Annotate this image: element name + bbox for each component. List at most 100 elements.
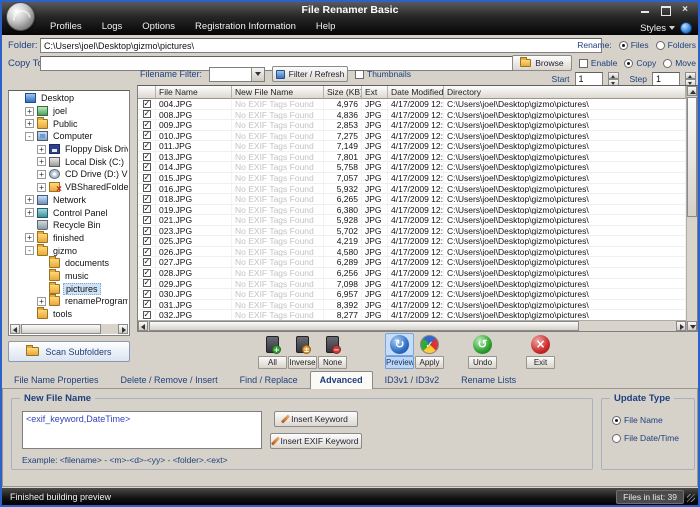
thumbnails-checkbox[interactable]: Thumbnails bbox=[355, 69, 411, 79]
tree-item-control-panel[interactable]: +Control Panel bbox=[10, 206, 128, 219]
action-all-button[interactable]: +All bbox=[258, 333, 287, 369]
tab-rename-lists[interactable]: Rename Lists bbox=[451, 371, 526, 389]
row-checkbox[interactable] bbox=[143, 279, 151, 287]
tree-expander-icon[interactable]: + bbox=[25, 119, 34, 128]
scroll-right-icon[interactable] bbox=[118, 324, 128, 334]
row-checkbox[interactable] bbox=[143, 300, 151, 308]
scrollbar-thumb[interactable] bbox=[687, 97, 697, 217]
tree-item-tools[interactable]: tools bbox=[10, 308, 128, 321]
close-icon[interactable]: × bbox=[680, 5, 690, 14]
menu-item-logs[interactable]: Logs bbox=[92, 18, 133, 35]
tree-horizontal-scrollbar[interactable] bbox=[10, 324, 128, 334]
row-checkbox[interactable] bbox=[143, 142, 151, 150]
action-apply-button[interactable]: ✓Apply bbox=[415, 333, 444, 369]
enable-checkbox[interactable]: Enable bbox=[579, 58, 617, 68]
tree-item-vbsharedfolder-vboxsvr-z[interactable]: +VBSharedFolder (\\vboxsvr) (Z:) bbox=[10, 181, 128, 194]
row-checkbox[interactable] bbox=[143, 131, 151, 139]
tree-expander-icon[interactable]: + bbox=[37, 297, 46, 306]
row-checkbox[interactable] bbox=[143, 237, 151, 245]
row-checkbox[interactable] bbox=[143, 248, 151, 256]
tree-item-music[interactable]: music bbox=[10, 270, 128, 283]
tree-item-gizmo[interactable]: -gizmo bbox=[10, 244, 128, 257]
tree-item-finished[interactable]: +finished bbox=[10, 232, 128, 245]
styles-menu-button[interactable]: Styles bbox=[640, 23, 675, 34]
scroll-down-icon[interactable] bbox=[687, 321, 697, 331]
scroll-right-icon[interactable] bbox=[676, 321, 686, 331]
update-type-file-name-radio[interactable]: File Name bbox=[612, 415, 663, 425]
menu-item-registration-information[interactable]: Registration Information bbox=[185, 18, 306, 35]
rename-folders-radio[interactable]: Folders bbox=[656, 40, 696, 50]
tab-find-replace[interactable]: Find / Replace bbox=[230, 371, 308, 389]
column-header-file-name[interactable]: File Name bbox=[156, 86, 232, 99]
scan-subfolders-button[interactable]: Scan Subfolders bbox=[8, 341, 130, 362]
tree-expander-icon[interactable]: + bbox=[25, 195, 34, 204]
resize-grip[interactable] bbox=[687, 494, 695, 502]
scroll-up-icon[interactable] bbox=[687, 86, 697, 96]
tree-expander-icon[interactable]: + bbox=[25, 233, 34, 242]
tree-item-recycle-bin[interactable]: Recycle Bin bbox=[10, 219, 128, 232]
scroll-left-icon[interactable] bbox=[10, 324, 20, 334]
table-vertical-scrollbar[interactable] bbox=[686, 86, 697, 331]
tree-item-floppy-disk-drive-a[interactable]: +Floppy Disk Drive (A:) bbox=[10, 143, 128, 156]
insert-keyword-button[interactable]: Insert Keyword bbox=[274, 411, 358, 427]
update-type-file-datetime-radio[interactable]: File Date/Time bbox=[612, 433, 679, 443]
row-checkbox[interactable] bbox=[143, 163, 151, 171]
row-checkbox[interactable] bbox=[143, 174, 151, 182]
tab-delete-remove-insert[interactable]: Delete / Remove / Insert bbox=[111, 371, 228, 389]
table-horizontal-scrollbar[interactable] bbox=[138, 320, 686, 331]
column-header-directory[interactable]: Directory bbox=[444, 86, 686, 99]
filter-refresh-button[interactable]: Filter / Refresh bbox=[272, 66, 348, 82]
filename-filter-combo[interactable] bbox=[209, 67, 265, 82]
tree-item-local-disk-c[interactable]: +Local Disk (C:) bbox=[10, 155, 128, 168]
row-checkbox[interactable] bbox=[143, 216, 151, 224]
spin-up-icon[interactable] bbox=[608, 72, 619, 80]
scrollbar-thumb[interactable] bbox=[21, 324, 101, 334]
maximize-icon[interactable] bbox=[660, 5, 670, 14]
minimize-icon[interactable] bbox=[640, 5, 650, 14]
column-header-size-kb[interactable]: Size (KB) bbox=[324, 86, 362, 99]
row-checkbox[interactable] bbox=[143, 184, 151, 192]
action-inverse-button[interactable]: ±Inverse bbox=[288, 333, 317, 369]
column-header-date-modified[interactable]: Date Modified bbox=[388, 86, 444, 99]
scrollbar-thumb[interactable] bbox=[149, 321, 579, 331]
row-checkbox[interactable] bbox=[143, 227, 151, 235]
column-header-checkbox[interactable] bbox=[138, 86, 156, 99]
tree-expander-icon[interactable]: + bbox=[37, 157, 46, 166]
row-checkbox[interactable] bbox=[143, 258, 151, 266]
tree-expander-icon[interactable]: - bbox=[25, 246, 34, 255]
row-checkbox[interactable] bbox=[143, 153, 151, 161]
tree-item-documents[interactable]: documents bbox=[10, 257, 128, 270]
help-icon[interactable] bbox=[680, 22, 692, 34]
row-checkbox[interactable] bbox=[143, 100, 151, 108]
combo-dropdown-button[interactable] bbox=[251, 68, 264, 81]
action-undo-button[interactable]: ↺Undo bbox=[468, 333, 497, 369]
browse-button[interactable]: Browse bbox=[512, 55, 572, 71]
column-header-ext[interactable]: Ext bbox=[362, 86, 388, 99]
tab-id3v1-id3v2[interactable]: ID3v1 / ID3v2 bbox=[375, 371, 450, 389]
row-checkbox[interactable] bbox=[143, 269, 151, 277]
action-preview-button[interactable]: ↻Preview bbox=[385, 333, 414, 369]
menu-item-help[interactable]: Help bbox=[306, 18, 346, 35]
tree-expander-icon[interactable]: + bbox=[37, 183, 46, 192]
spin-up-icon[interactable] bbox=[685, 72, 696, 80]
title-bar[interactable]: File Renamer Basic bbox=[2, 2, 698, 18]
insert-exif-keyword-button[interactable]: Insert EXIF Keyword bbox=[270, 433, 362, 449]
row-checkbox[interactable] bbox=[143, 205, 151, 213]
folder-path-input[interactable] bbox=[40, 38, 602, 53]
rename-files-radio[interactable]: Files bbox=[619, 40, 649, 50]
move-radio[interactable]: Move bbox=[663, 58, 696, 68]
tree-item-pictures[interactable]: pictures bbox=[10, 282, 128, 295]
tree-item-cd-drive-d-virtualbox-guest[interactable]: +CD Drive (D:) VirtualBox Guest bbox=[10, 168, 128, 181]
tree-item-renameprograms[interactable]: +renamePrograms bbox=[10, 295, 128, 308]
row-checkbox[interactable] bbox=[143, 290, 151, 298]
tree-expander-icon[interactable]: + bbox=[25, 208, 34, 217]
tree-expander-icon[interactable]: + bbox=[37, 170, 46, 179]
row-checkbox[interactable] bbox=[143, 110, 151, 118]
tree-item-joel[interactable]: +joel bbox=[10, 105, 128, 118]
column-header-new-file-name[interactable]: New File Name bbox=[232, 86, 324, 99]
menu-item-options[interactable]: Options bbox=[132, 18, 185, 35]
action-exit-button[interactable]: ×Exit bbox=[526, 333, 555, 369]
tree-item-network[interactable]: +Network bbox=[10, 194, 128, 207]
tree-item-public[interactable]: +Public bbox=[10, 117, 128, 130]
action-none-button[interactable]: −None bbox=[318, 333, 347, 369]
